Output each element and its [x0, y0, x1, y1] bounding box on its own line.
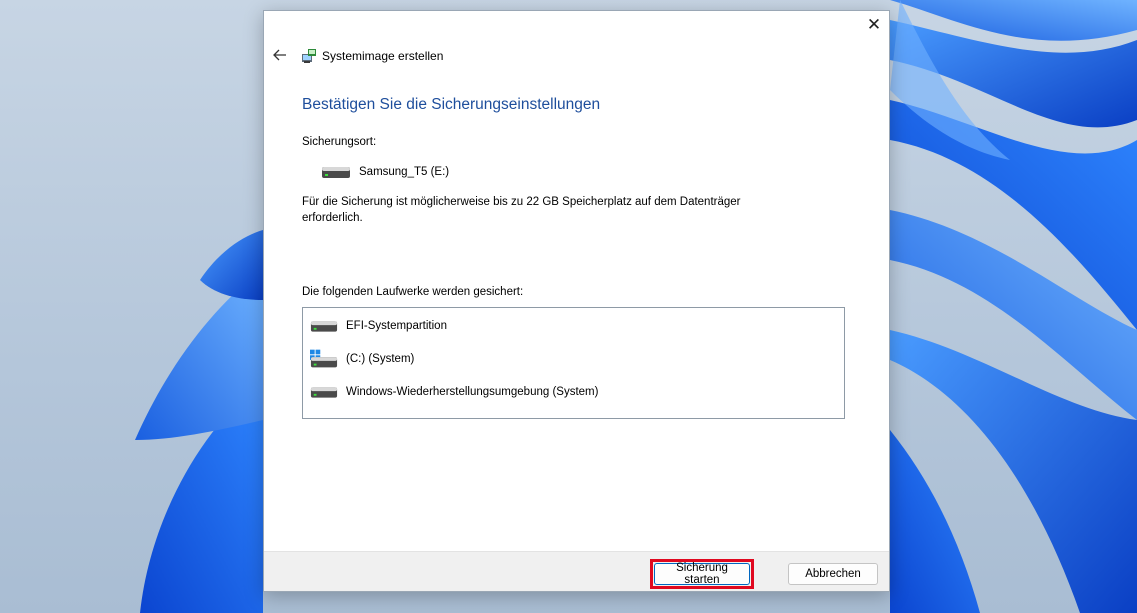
system-image-dialog: ✕ Systemimage erstellen Bestätigen Sie d…	[263, 10, 890, 592]
list-item[interactable]: (C:) (System)	[310, 348, 414, 370]
list-item[interactable]: Windows-Wiederherstellungsumgebung (Syst…	[310, 381, 598, 403]
window-title-bar: Systemimage erstellen	[301, 47, 443, 65]
list-item-label: EFI-Systempartition	[346, 320, 447, 332]
destination-label: Sicherungsort:	[302, 136, 377, 148]
start-backup-button[interactable]: Sicherung starten	[654, 562, 750, 586]
destination-drive: Samsung_T5 (E:)	[321, 162, 449, 182]
list-item[interactable]: EFI-Systempartition	[310, 315, 447, 337]
close-button[interactable]: ✕	[859, 11, 889, 39]
drives-label: Die folgenden Laufwerke werden gesichert…	[302, 286, 524, 298]
dialog-footer: Sicherung starten Abbrechen	[264, 551, 889, 591]
windows-drive-icon	[310, 349, 338, 368]
list-item-label: (C:) (System)	[346, 353, 415, 365]
system-image-icon	[302, 49, 316, 63]
list-item-label: Windows-Wiederherstellungsumgebung (Syst…	[346, 386, 599, 398]
destination-drive-name: Samsung_T5 (E:)	[359, 166, 450, 178]
window-title: Systemimage erstellen	[322, 49, 444, 63]
back-arrow-icon	[273, 49, 286, 61]
drive-icon	[310, 321, 338, 332]
space-info-text: Für die Sicherung ist möglicherweise bis…	[302, 196, 741, 224]
close-icon: ✕	[866, 15, 882, 34]
drive-icon	[310, 387, 338, 398]
cancel-button[interactable]: Abbrechen	[788, 563, 878, 585]
page-heading: Bestätigen Sie die Sicherungseinstellung…	[302, 96, 601, 113]
back-button[interactable]	[270, 47, 290, 63]
drive-list[interactable]: EFI-Systempartition (C:) (System) Window…	[302, 307, 845, 419]
drive-icon	[322, 167, 350, 178]
